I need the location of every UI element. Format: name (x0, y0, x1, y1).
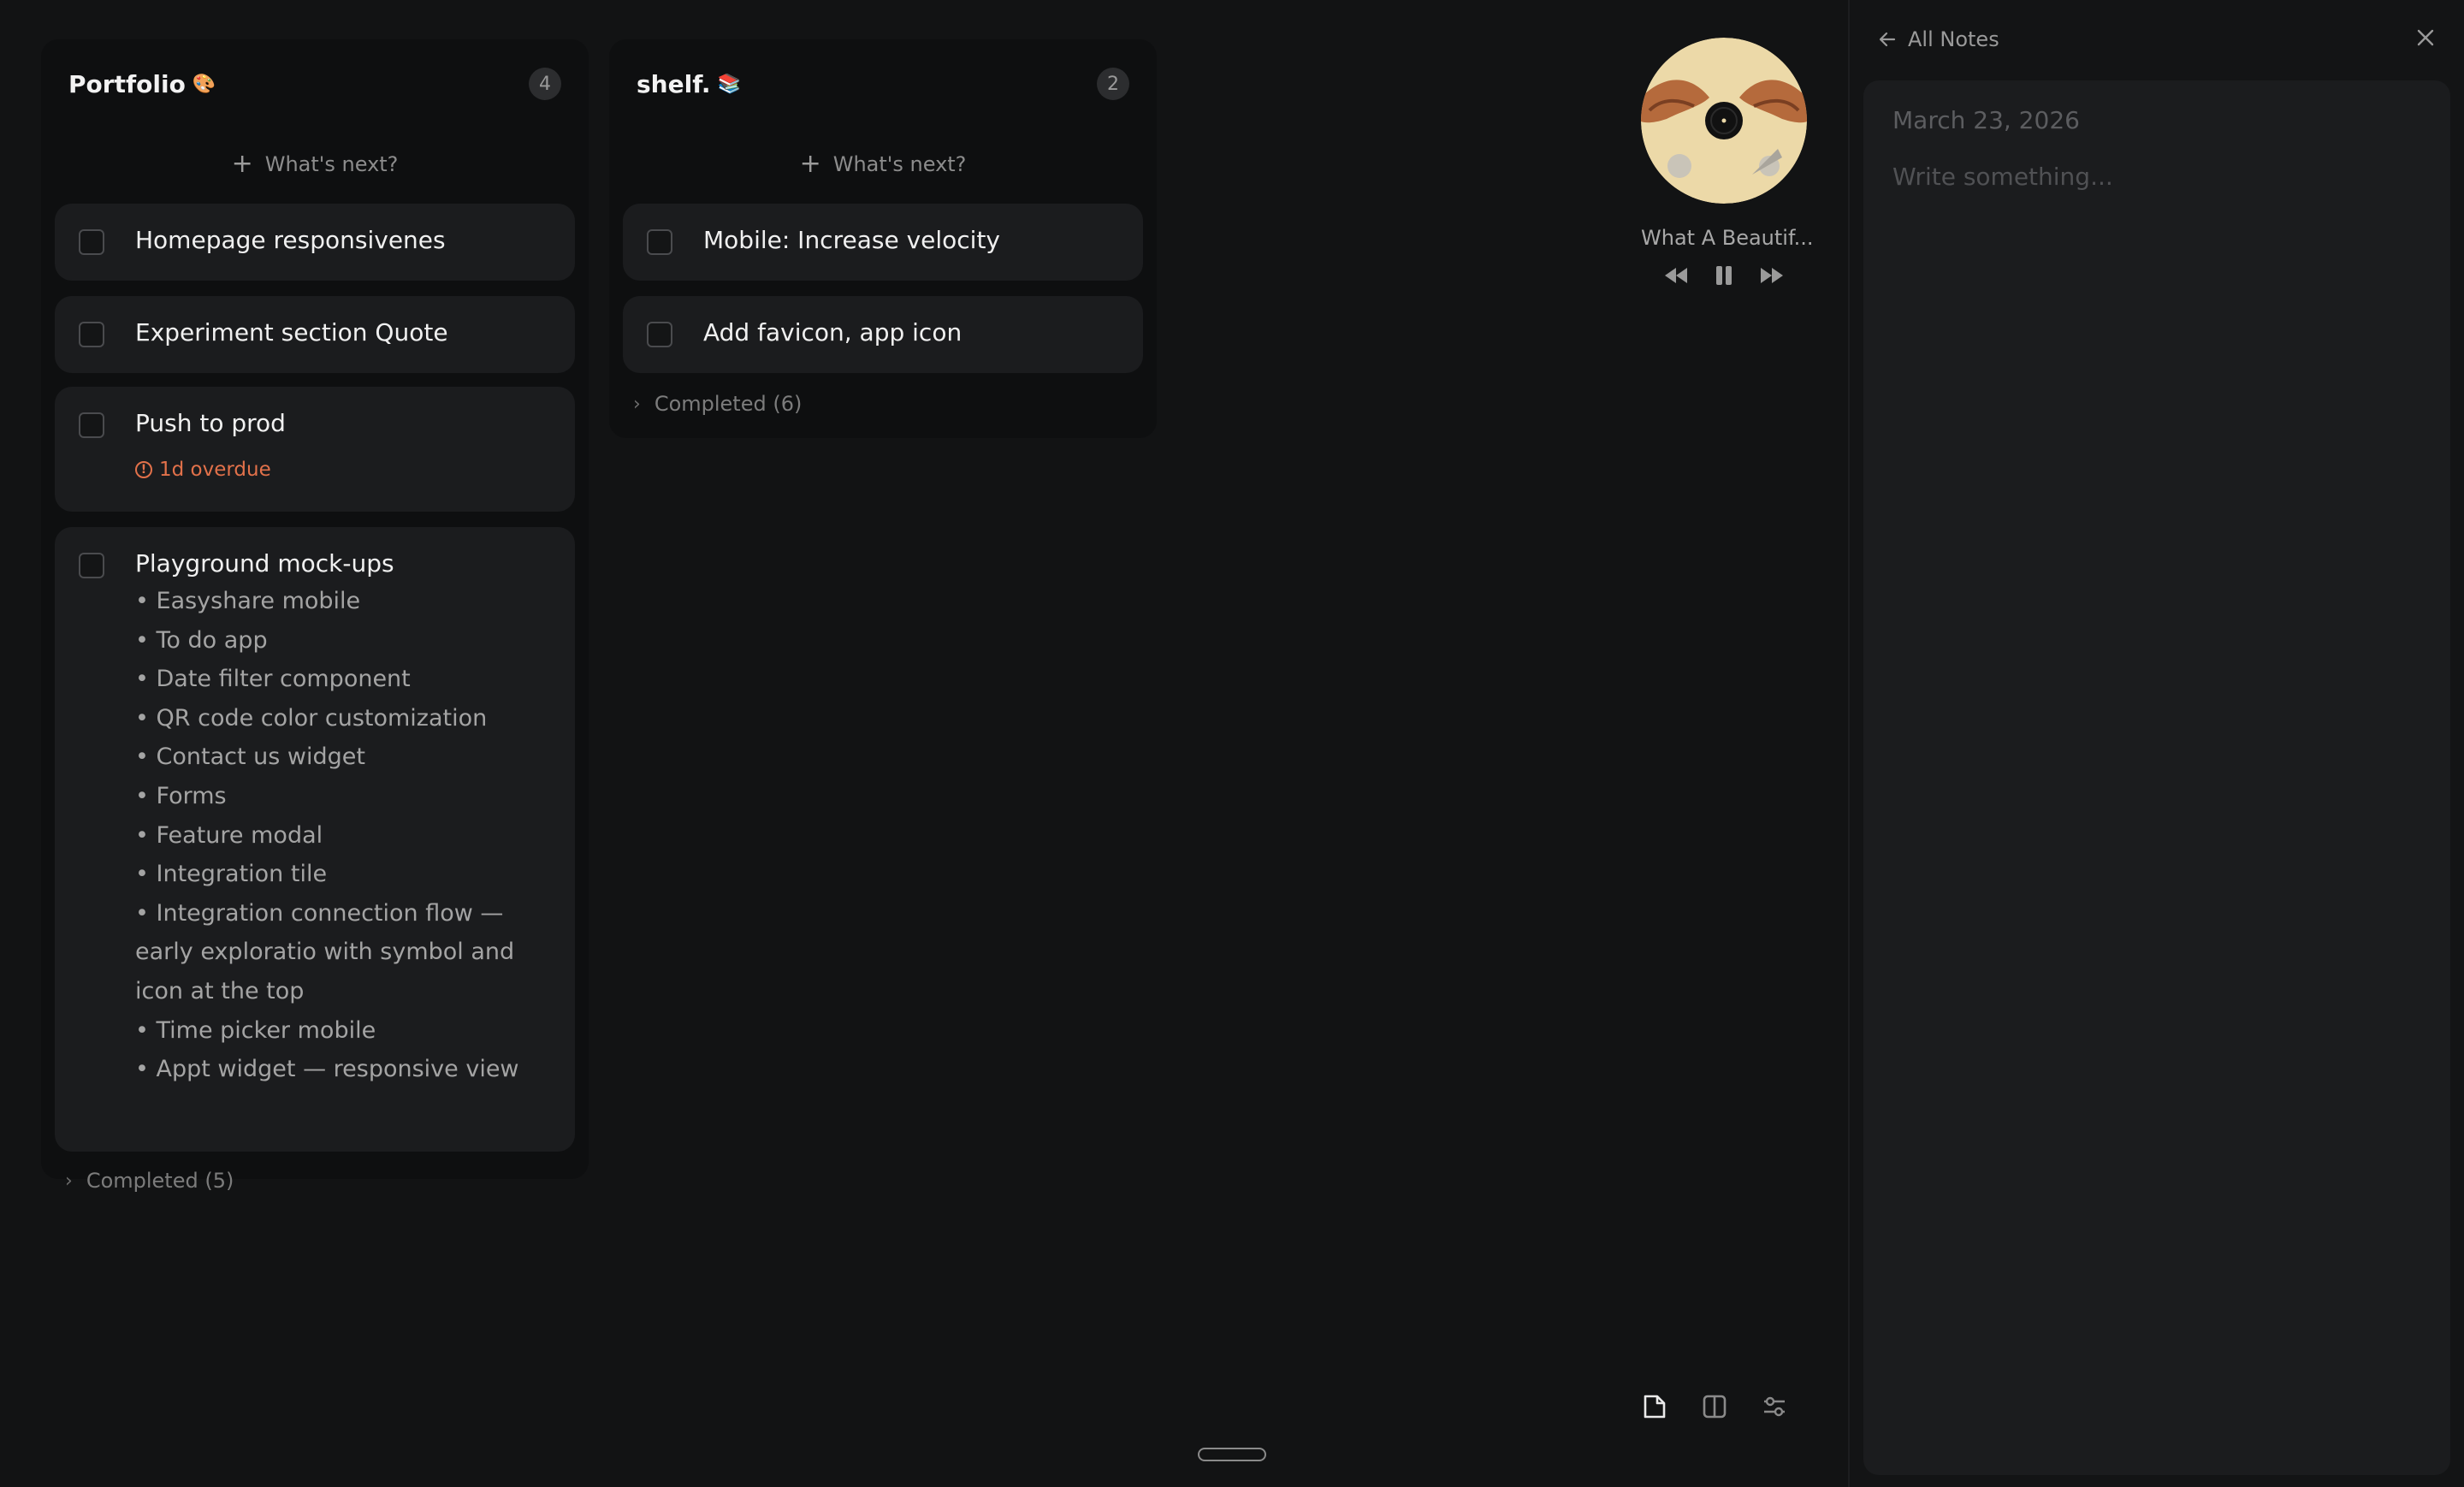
overdue-text: 1d overdue (159, 459, 271, 481)
note-date: March 23, 2026 (1892, 106, 2080, 134)
album-art-disc[interactable] (1641, 38, 1807, 204)
task-card[interactable]: Experiment section Quote (55, 296, 575, 373)
fast-forward-icon[interactable] (1760, 264, 1784, 287)
task-card[interactable]: Playground mock-ups • Easyshare mobile •… (55, 527, 575, 1152)
task-subitems: • Easyshare mobile • To do app • Date fi… (135, 582, 544, 1089)
close-icon[interactable] (2416, 28, 2435, 50)
subitem: • Easyshare mobile (135, 588, 361, 614)
add-task-placeholder: What's next? (832, 152, 967, 176)
all-notes-back-button[interactable]: All Notes (1879, 27, 1999, 51)
column-header: shelf. 📚 2 (637, 65, 1129, 103)
task-board: Portfolio 🎨 4 + What's next? Homepage re… (0, 0, 1848, 1487)
subitem: • Integration connection flow — early ex… (135, 899, 515, 1004)
notes-header: All Notes (1879, 24, 2435, 55)
add-task-button[interactable]: + What's next? (609, 140, 1157, 188)
completed-toggle[interactable]: › Completed (5) (65, 1169, 234, 1193)
task-checkbox[interactable] (79, 229, 104, 255)
add-task-button[interactable]: + What's next? (41, 140, 589, 188)
task-card[interactable]: Mobile: Increase velocity (623, 204, 1143, 281)
split-view-icon[interactable] (1701, 1393, 1728, 1420)
column-portfolio: Portfolio 🎨 4 + What's next? Homepage re… (41, 39, 589, 1193)
task-card[interactable]: Push to prod ! 1d overdue (55, 387, 575, 512)
task-checkbox[interactable] (79, 322, 104, 347)
column-title[interactable]: shelf. (637, 70, 710, 98)
task-title: Mobile: Increase velocity (703, 226, 1001, 254)
palette-emoji-icon: 🎨 (192, 73, 216, 95)
all-notes-label: All Notes (1908, 27, 1999, 51)
task-title: Homepage responsivenes (135, 226, 446, 254)
subitem: • Date filter component (135, 666, 411, 693)
task-checkbox[interactable] (647, 322, 672, 347)
subitem: • Time picker mobile (135, 1016, 376, 1044)
notes-panel: All Notes March 23, 2026 Write something… (1848, 0, 2464, 1487)
subitem: • Feature modal (135, 821, 323, 849)
arrow-left-icon (1879, 32, 1896, 47)
task-card[interactable]: Homepage responsivenes (55, 204, 575, 281)
completed-label: Completed (5) (86, 1169, 234, 1193)
add-task-placeholder: What's next? (264, 152, 399, 176)
playback-controls (1641, 264, 1807, 287)
completed-label: Completed (6) (654, 392, 803, 416)
subitem: • Integration tile (135, 861, 328, 888)
column-title[interactable]: Portfolio (68, 70, 186, 98)
subitem: • Appt widget — responsive view (135, 1056, 519, 1083)
task-checkbox[interactable] (79, 412, 104, 438)
plus-icon: + (231, 149, 253, 179)
alert-circle-icon: ! (135, 461, 152, 478)
home-indicator[interactable] (1198, 1448, 1266, 1461)
column-header: Portfolio 🎨 4 (68, 65, 561, 103)
music-player: What A Beautif... (1641, 38, 1814, 287)
column-shelf: shelf. 📚 2 + What's next? Mobile: Increa… (609, 39, 1157, 438)
album-art-image (1641, 38, 1807, 204)
sliders-icon[interactable] (1761, 1393, 1788, 1420)
task-title: Experiment section Quote (135, 318, 448, 347)
view-toolbar (1641, 1393, 1788, 1420)
task-count-badge: 2 (1097, 68, 1129, 100)
task-card[interactable]: Add favicon, app icon (623, 296, 1143, 373)
plus-icon: + (799, 149, 821, 179)
task-title: Playground mock-ups (135, 549, 394, 578)
task-checkbox[interactable] (79, 553, 104, 578)
subitem: • Forms (135, 782, 227, 809)
books-emoji-icon: 📚 (717, 73, 741, 95)
task-checkbox[interactable] (647, 229, 672, 255)
note-body-input[interactable]: Write something... (1892, 163, 2113, 191)
chevron-right-icon: › (633, 393, 641, 415)
overdue-badge: ! 1d overdue (135, 459, 271, 481)
subitem: • Contact us widget (135, 744, 365, 771)
rewind-icon[interactable] (1664, 264, 1688, 287)
task-count-badge: 4 (529, 68, 561, 100)
subitem: • QR code color customization (135, 704, 488, 732)
task-title: Push to prod (135, 409, 286, 437)
task-title: Add favicon, app icon (703, 318, 962, 347)
track-title: What A Beautif... (1641, 226, 1814, 250)
chevron-right-icon: › (65, 1170, 73, 1192)
note-editor[interactable]: March 23, 2026 Write something... (1863, 80, 2450, 1475)
completed-toggle[interactable]: › Completed (6) (633, 392, 802, 416)
subitem: • To do app (135, 626, 268, 654)
note-icon[interactable] (1641, 1393, 1668, 1420)
pause-icon[interactable] (1712, 264, 1736, 287)
